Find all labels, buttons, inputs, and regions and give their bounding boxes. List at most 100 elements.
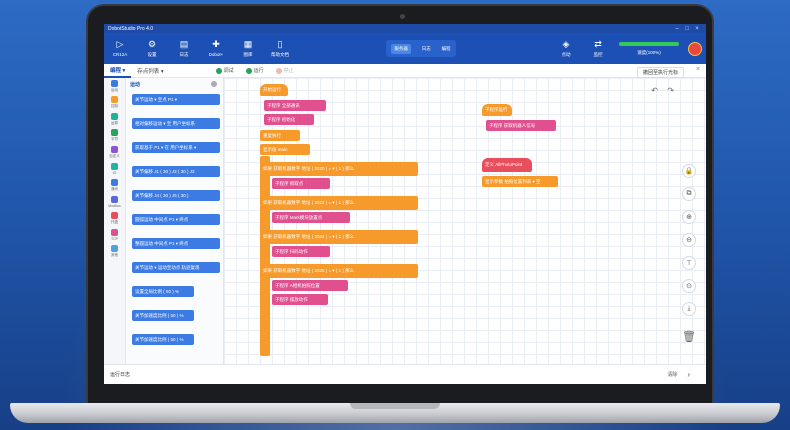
- category-item[interactable]: 运动: [104, 78, 125, 95]
- play-icon: [245, 67, 252, 74]
- speed-indicator[interactable]: 速度(100%): [614, 41, 684, 56]
- code-block[interactable]: 如果 获取机器数字 地址 ( 2026 ) = ▾ ( 1 ) 那么: [260, 264, 418, 278]
- palette-block[interactable]: 关节运动 ▾ 运动至动点 轨迹复现: [132, 262, 220, 273]
- palette-block[interactable]: 关节偏移 J1 ( 30 ) J2 ( 30 ) J3: [132, 166, 220, 177]
- category-item[interactable]: TCP: [104, 227, 125, 244]
- expand-icon[interactable]: ›: [687, 370, 690, 379]
- toolbar-item-label: 监控: [593, 51, 603, 57]
- toolbar-item-0[interactable]: ▷ CR12A: [104, 39, 136, 58]
- trash-icon[interactable]: 🗑: [682, 330, 696, 343]
- category-label: 运动: [111, 87, 118, 92]
- mode-log[interactable]: 日志: [422, 46, 431, 52]
- palette-block[interactable]: 相对偏移运动 ▾ 至 用户坐标系: [132, 118, 220, 129]
- toolbar-item-3[interactable]: ✚ Dobot+: [200, 39, 232, 58]
- code-block[interactable]: 子程序 扫码动作: [272, 246, 330, 257]
- undo-icon[interactable]: ↶: [651, 86, 658, 95]
- toolbar-item-2[interactable]: ▤ 日志: [168, 38, 200, 58]
- screenshot-icon[interactable]: ⧉: [682, 187, 696, 201]
- stop-button[interactable]: 停止: [270, 67, 300, 74]
- laptop-notch: [350, 403, 440, 409]
- lock-icon[interactable]: 🔒: [682, 164, 696, 178]
- code-block[interactable]: 显示值 main: [260, 144, 310, 155]
- code-block[interactable]: 如果 获取机器数字 地址 ( 2020 ) = ▾ ( 1 ) 那么: [260, 162, 418, 176]
- category-icon: [111, 244, 118, 252]
- toolbar-item-label: CR12A: [112, 51, 128, 57]
- center-icon[interactable]: ⊙: [682, 279, 696, 293]
- minimize-button[interactable]: –: [672, 26, 682, 32]
- palette-block[interactable]: 获取基于 P1 ▾ 在 用户坐标系 ▾: [132, 142, 220, 153]
- toolbar-item-label: 设置: [147, 51, 157, 57]
- code-block[interactable]: 如果 获取机器数字 地址 ( 2024 ) = ▾ ( 1 ) 那么: [260, 230, 418, 244]
- toolbar-left-group: ▷ CR12A ⚙ 设置 ▤ 日志 ✚ Dobot+ ▦ 图库 ▯ 帮助文档: [104, 38, 296, 58]
- run-button[interactable]: 运行: [240, 67, 270, 74]
- code-block[interactable]: 子程序 初始化: [264, 114, 314, 125]
- palette-block[interactable]: 圆弧运动 中间点 P1 ▾ 终点: [132, 214, 220, 225]
- main-toolbar: ▷ CR12A ⚙ 设置 ▤ 日志 ✚ Dobot+ ▦ 图库 ▯ 帮助文档 服务器 日志 编程 ◈ 点…: [104, 33, 706, 64]
- code-block[interactable]: 子程序 全部通讯: [264, 100, 326, 111]
- status-bar: 运行日志 清除 ›: [104, 364, 706, 384]
- close-icon[interactable]: ×: [696, 66, 700, 73]
- palette-block[interactable]: 关节加速度比例 ( 50 ) %: [132, 310, 194, 321]
- toolbar-item-label: 帮助文档: [271, 51, 289, 57]
- code-block[interactable]: 子程序 摆放动作: [272, 294, 328, 305]
- mode-program[interactable]: 编程: [442, 46, 451, 52]
- avatar[interactable]: [688, 41, 702, 56]
- stop-label: 停止: [283, 68, 294, 74]
- code-block[interactable]: 子程序 A相机拍照位置: [272, 280, 348, 291]
- speed-bar: [619, 41, 679, 46]
- category-item[interactable]: 通讯: [104, 177, 125, 194]
- code-block-right[interactable]: 显示参数 拍照位置列表 ▾ 空: [482, 176, 558, 187]
- debug-button[interactable]: 调试: [210, 67, 240, 74]
- category-label: IO: [112, 170, 117, 175]
- toolbar-right-item-1[interactable]: ⇄ 监控: [582, 39, 614, 58]
- category-item[interactable]: 字符: [104, 128, 125, 145]
- log-icon: ▤: [179, 38, 189, 49]
- code-block[interactable]: 子程序 Mark模块放置点: [272, 212, 350, 223]
- category-item[interactable]: 运算: [104, 111, 125, 128]
- toolbar-item-4[interactable]: ▦ 图库: [232, 38, 264, 58]
- editor-tabs: 编程 ▾ 存点列表 ▾ 调试 运行 停止 撤回至执行光标 ×: [104, 64, 706, 78]
- redo-icon[interactable]: ↷: [667, 86, 674, 95]
- code-block-right[interactable]: 定义 AllPhotoPoint: [482, 158, 532, 172]
- code-block[interactable]: 开始运行: [260, 84, 288, 96]
- clear-log-button[interactable]: 清除: [667, 371, 677, 378]
- palette-block[interactable]: 设置全局比例 ( 50 ) %: [132, 286, 194, 297]
- zoom-out-icon[interactable]: ⊖: [682, 233, 696, 247]
- palette-block[interactable]: 整圆运动 中间点 P1 ▾ 终点: [132, 238, 220, 249]
- help-icon[interactable]: [211, 81, 217, 87]
- align-top-icon[interactable]: ⊤: [682, 256, 696, 270]
- palette-block[interactable]: 关节加速度比例 ( 50 ) %: [132, 334, 194, 345]
- speed-bar-fill: [619, 41, 679, 46]
- category-item[interactable]: 控制: [104, 95, 125, 112]
- mode-server[interactable]: 服务器: [391, 43, 411, 54]
- tab-point-list[interactable]: 存点列表 ▾: [131, 64, 169, 78]
- toolbar-right-item-0[interactable]: ◈ 点动: [550, 39, 582, 58]
- download-icon[interactable]: ⤓: [682, 302, 696, 316]
- code-block[interactable]: 子程序 抓取点: [272, 178, 330, 189]
- toolbar-item-1[interactable]: ⚙ 设置: [136, 39, 168, 58]
- code-block[interactable]: 重复执行: [260, 130, 300, 141]
- category-icon: [111, 178, 118, 186]
- palette-block[interactable]: 关节运动 ▾ 至点 P1 ▾: [132, 94, 220, 105]
- category-icon: [111, 96, 118, 104]
- category-icon: [111, 79, 118, 87]
- category-item[interactable]: 自定义: [104, 144, 125, 161]
- palette-block[interactable]: 关节偏移 J4 ( 30 ) J5 ( 30 ): [132, 190, 220, 201]
- code-canvas[interactable]: ↶ ↷ 🗑 开始运行子程序 全部通讯 子程序 初始化重复执行显示值 main 如果 …: [224, 78, 706, 364]
- toolbar-item-label: 图库: [243, 51, 253, 57]
- code-block-right[interactable]: 子程序 获取机器人信号: [486, 120, 556, 131]
- tab-programming[interactable]: 编程 ▾: [104, 64, 132, 78]
- rollback-button[interactable]: 撤回至执行光标: [636, 67, 684, 78]
- code-block[interactable]: 如果 获取机器数字 地址 ( 2022 ) = ▾ ( 1 ) 那么: [260, 196, 418, 210]
- maximize-button[interactable]: □: [682, 26, 692, 32]
- block-palette: 运动 关节运动 ▾ 至点 P1 ▾ 相对偏移运动 ▾ 至 用户坐标系 获取基于 P1…: [126, 78, 224, 364]
- category-item[interactable]: 其他: [104, 243, 125, 260]
- zoom-in-icon[interactable]: ⊕: [682, 210, 696, 224]
- toolbar-item-5[interactable]: ▯ 帮助文档: [264, 39, 296, 58]
- close-window-button[interactable]: ×: [692, 26, 702, 32]
- category-item[interactable]: Modbus: [104, 194, 125, 211]
- gallery-icon: ▦: [243, 38, 253, 49]
- category-item[interactable]: 托盘: [104, 210, 125, 227]
- code-block-right[interactable]: 子程序运行: [482, 104, 512, 116]
- category-item[interactable]: IO: [104, 161, 125, 178]
